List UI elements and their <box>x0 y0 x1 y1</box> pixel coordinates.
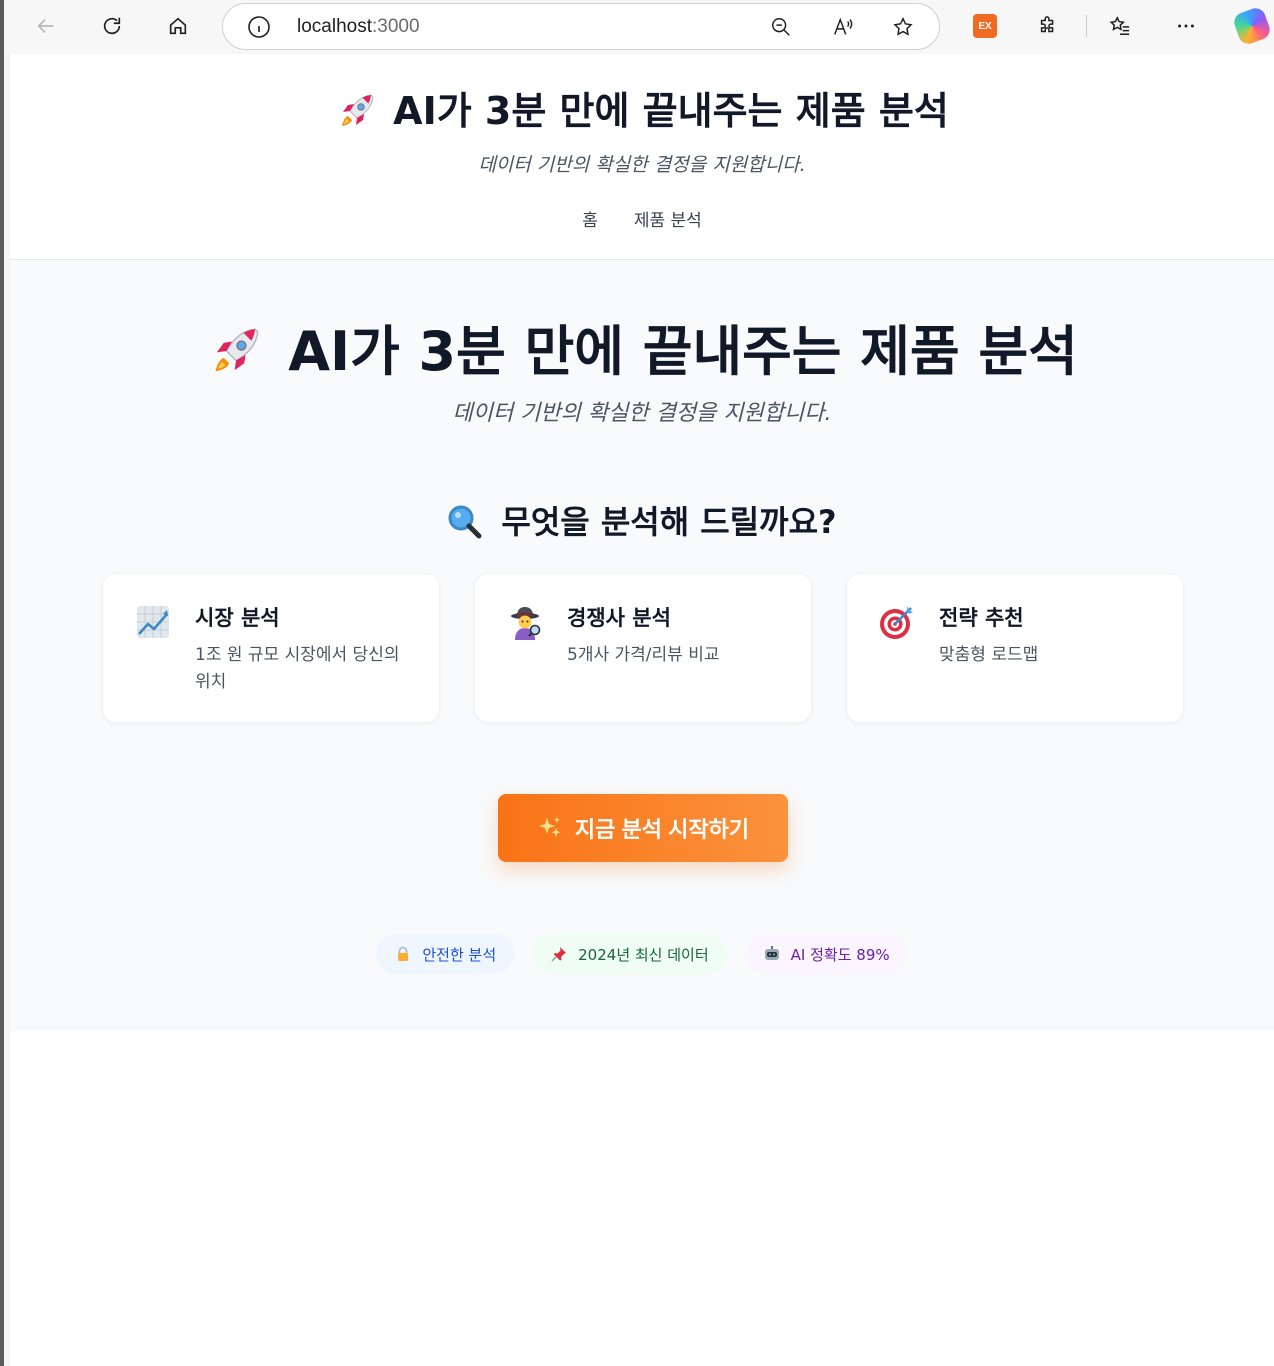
back-button[interactable] <box>28 8 64 44</box>
card-title: 경쟁사 분석 <box>567 606 671 630</box>
site-header: AI가 3분 만에 끝내주는 제품 분석 데이터 기반의 확실한 결정을 지원합… <box>10 54 1274 260</box>
badge-label: AI 정확도 89% <box>790 945 890 964</box>
nav-link-home[interactable]: 홈 <box>582 206 598 231</box>
reload-icon <box>103 17 121 35</box>
zoom-icon <box>772 18 790 36</box>
home-icon <box>169 17 187 35</box>
chart-icon <box>137 606 169 638</box>
puzzle-icon <box>1040 16 1054 33</box>
copilot-icon[interactable] <box>1231 5 1273 47</box>
extension-ex-icon[interactable]: EX <box>973 14 997 38</box>
hero-title-text: AI가 3분 만에 끝내주는 제품 분석 <box>288 320 1078 383</box>
url-port: :3000 <box>372 16 420 37</box>
rocket-icon <box>215 328 259 372</box>
card-title: 전략 추천 <box>939 606 1024 630</box>
main-content: AI가 3분 만에 끝내주는 제품 분석 데이터 기반의 확실한 결정을 지원합… <box>10 261 1274 1031</box>
url-host: localhost <box>297 16 372 37</box>
card-description: 5개사 가격/리뷰 비교 <box>567 645 720 665</box>
browser-toolbar: localhost:3000 EX <box>4 0 1274 54</box>
sparkles-icon <box>538 817 561 837</box>
home-button[interactable] <box>160 8 196 44</box>
read-aloud-button[interactable] <box>831 15 855 39</box>
url-text[interactable]: localhost:3000 <box>297 16 420 38</box>
ellipsis-icon <box>1178 24 1194 28</box>
magnifier-icon <box>448 505 482 539</box>
robot-icon <box>763 945 781 963</box>
favorite-button[interactable] <box>891 15 915 39</box>
start-analysis-button[interactable]: 지금 분석 시작하기 <box>498 794 788 862</box>
pin-icon <box>550 945 568 963</box>
start-analysis-label: 지금 분석 시작하기 <box>574 817 750 842</box>
card-competitor-analysis[interactable]: 경쟁사 분석 5개사 가격/리뷰 비교 <box>474 573 812 723</box>
site-nav: 홈 제품 분석 <box>10 206 1274 231</box>
question-title-text: 무엇을 분석해 드릴까요? <box>501 503 837 541</box>
site-title-text: AI가 3분 만에 끝내주는 제품 분석 <box>393 89 949 133</box>
favorites-button[interactable] <box>1102 8 1138 44</box>
detective-icon <box>511 607 541 640</box>
zoom-out-button[interactable] <box>769 15 793 39</box>
favorites-list-icon <box>1109 16 1130 35</box>
card-description: 맞춤형 로드맵 <box>939 645 1039 665</box>
trust-badges: 안전한 분석 2024년 최신 데이터 AI 정확도 89% <box>10 934 1274 974</box>
extensions-button[interactable] <box>1030 8 1066 44</box>
hero-title: AI가 3분 만에 끝내주는 제품 분석 <box>10 307 1274 386</box>
card-description: 1조 원 규모 시장에서 당신의 위치 <box>195 645 400 692</box>
site-info-icon[interactable] <box>247 15 271 39</box>
more-menu-button[interactable] <box>1168 8 1204 44</box>
badge-latest-data: 2024년 최신 데이터 <box>532 934 727 974</box>
rocket-icon <box>342 93 374 126</box>
address-bar[interactable]: localhost:3000 <box>222 3 940 50</box>
card-market-analysis[interactable]: 시장 분석 1조 원 규모 시장에서 당신의 위치 <box>102 573 440 723</box>
site-title: AI가 3분 만에 끝내주는 제품 분석 <box>10 80 1274 135</box>
card-title: 시장 분석 <box>195 606 280 630</box>
badge-ai-accuracy: AI 정확도 89% <box>744 934 908 974</box>
target-icon <box>880 606 913 639</box>
feature-cards: 시장 분석 1조 원 규모 시장에서 당신의 위치 경쟁사 분석 5개사 가격/… <box>102 573 1184 723</box>
lock-icon <box>394 945 412 963</box>
nav-link-product-analysis[interactable]: 제품 분석 <box>634 206 702 231</box>
read-aloud-icon <box>834 17 853 35</box>
badge-label: 안전한 분석 <box>422 945 497 964</box>
card-strategy-recommendation[interactable]: 전략 추천 맞춤형 로드맵 <box>846 573 1184 723</box>
page-viewport: AI가 3분 만에 끝내주는 제품 분석 데이터 기반의 확실한 결정을 지원합… <box>10 54 1274 1366</box>
toolbar-separator <box>1086 15 1087 37</box>
badge-label: 2024년 최신 데이터 <box>578 945 709 964</box>
hero-subtitle: 데이터 기반의 확실한 결정을 지원합니다. <box>452 401 832 426</box>
reload-button[interactable] <box>94 8 130 44</box>
site-subtitle: 데이터 기반의 확실한 결정을 지원합니다. <box>478 154 806 176</box>
back-arrow-icon <box>37 18 54 34</box>
question-title: 무엇을 분석해 드릴까요? <box>10 497 1274 543</box>
badge-secure-analysis: 안전한 분석 <box>376 934 515 974</box>
star-icon <box>893 17 913 36</box>
